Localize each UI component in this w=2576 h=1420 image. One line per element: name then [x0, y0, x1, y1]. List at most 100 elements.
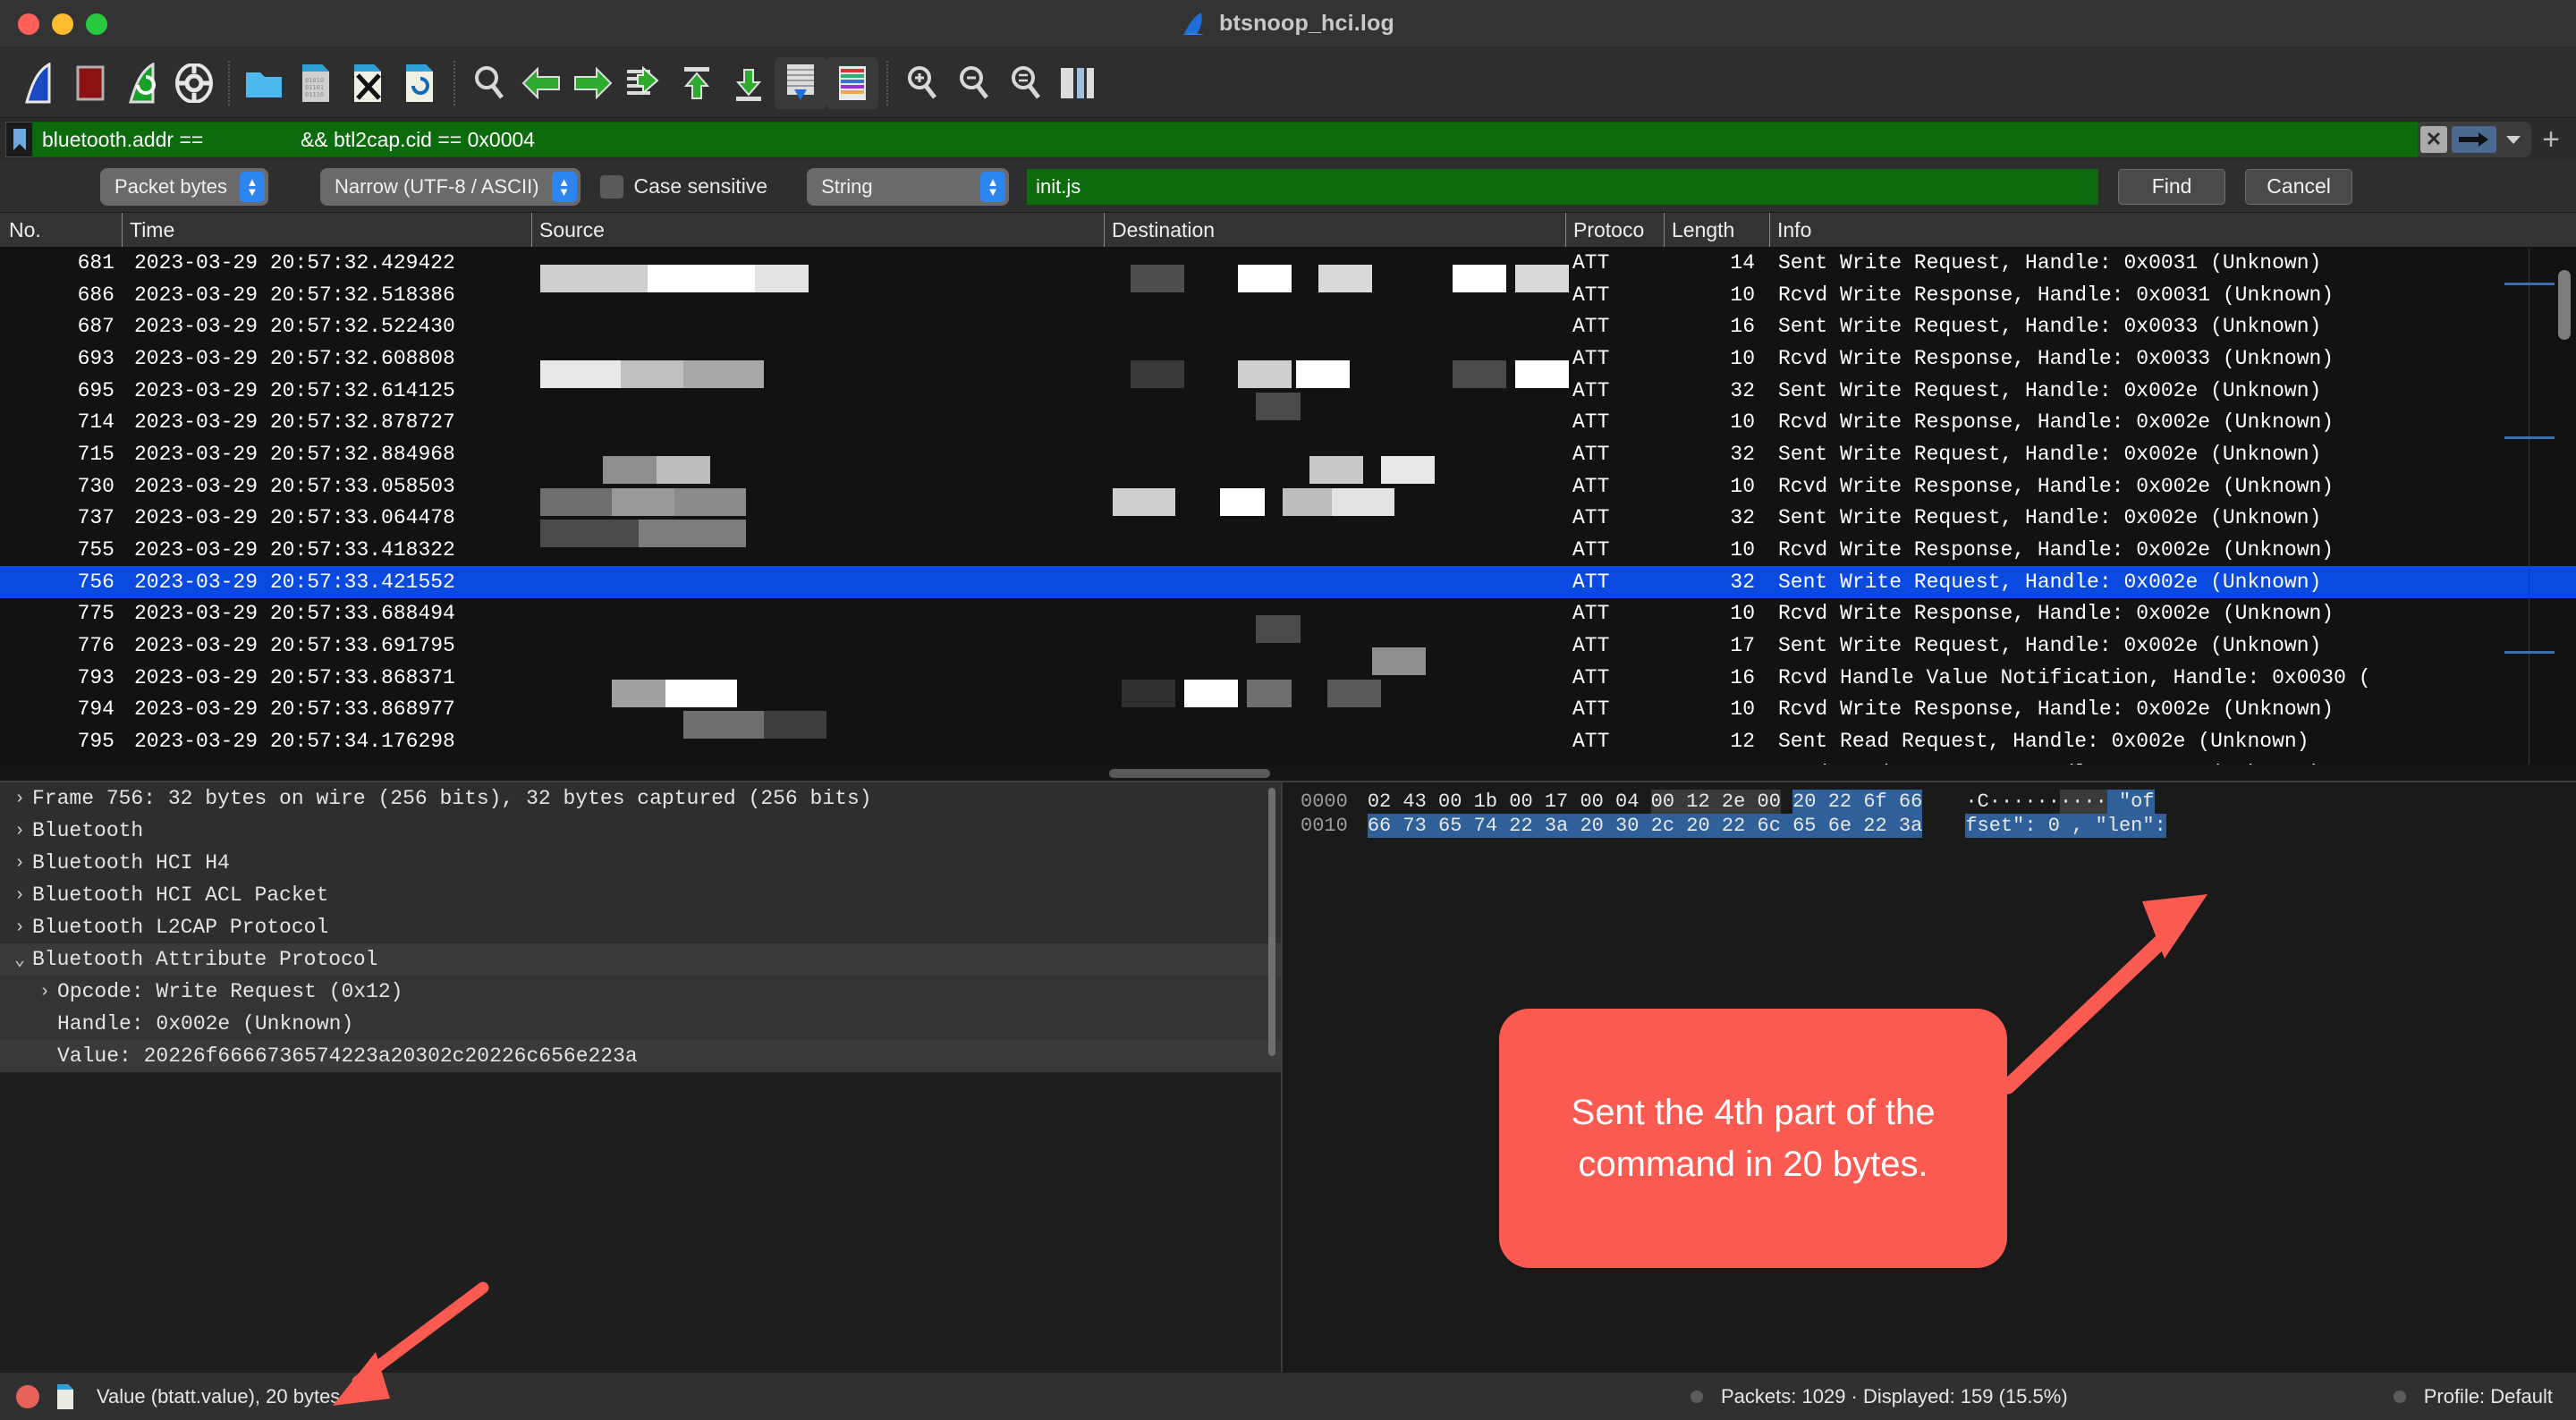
checkbox-box[interactable]	[599, 174, 623, 199]
column-header-protocol[interactable]: Protoco	[1565, 213, 1664, 247]
zoom-in-icon[interactable]	[896, 57, 948, 109]
find-button[interactable]: Find	[2118, 168, 2226, 205]
packet-list-scrollbar[interactable]	[2556, 249, 2572, 754]
go-to-packet-icon[interactable]	[619, 57, 671, 109]
capture-file-properties-icon[interactable]	[55, 1383, 75, 1410]
auto-scroll-icon[interactable]	[775, 56, 826, 109]
column-header-destination[interactable]: Destination	[1104, 213, 1565, 247]
packet-details-tree[interactable]: › Frame 756: 32 bytes on wire (256 bits),…	[0, 782, 1281, 1072]
packet-list-row[interactable]: 730 2023-03-29 20:57:33.058503 ATT 10 Rcvd W…	[0, 470, 2576, 516]
ascii-group[interactable]: ····	[2059, 790, 2107, 814]
hex-dump-row[interactable]: 0010 66 73 65 74 22 3a 20 30 2c 20 22 6c …	[1283, 814, 2576, 838]
packet-list-row[interactable]: 795 2023-03-29 20:57:34.176298 ATT 12 Sent R…	[0, 725, 2576, 757]
chevron-right-icon[interactable]: ›	[7, 917, 32, 938]
chevron-right-icon[interactable]: ›	[32, 982, 57, 1002]
packet-detail-row[interactable]: Value: 20226f6666736574223a20302c20226c6…	[0, 1040, 1281, 1072]
hex-byte-group[interactable]: 2c 20 22 6c 65 6e 22 3a	[1650, 814, 1923, 838]
packet-list-row[interactable]: 693 2023-03-29 20:57:32.608808 ATT 10 Rcvd W…	[0, 342, 2576, 388]
reload-file-icon[interactable]	[394, 57, 445, 109]
chevron-right-icon[interactable]: ›	[7, 821, 32, 841]
zoom-reset-icon[interactable]	[1000, 57, 1052, 109]
add-filter-button-icon[interactable]: +	[2531, 120, 2571, 159]
ascii-block[interactable]: ·C·········· "of	[1965, 790, 2155, 814]
resize-columns-icon[interactable]	[1052, 57, 1104, 109]
hex-dump-row[interactable]: 0000 02 43 00 1b 00 17 00 04 00 12 2e 00 …	[1283, 790, 2576, 814]
display-filter-input[interactable]: bluetooth.addr == && btl2cap.cid == 0x00…	[32, 122, 2419, 157]
packet-list-row[interactable]: 775 2023-03-29 20:57:33.688494 ATT 10 Rcvd W…	[0, 598, 2576, 644]
colorize-packets-icon[interactable]	[826, 56, 878, 109]
packet-list-row[interactable]: 755 2023-03-29 20:57:33.418322 ATT 10 Rcvd W…	[0, 534, 2576, 566]
zoom-out-icon[interactable]	[948, 57, 1000, 109]
hex-byte-group[interactable]: 20 22 6f 66	[1792, 790, 1923, 814]
minimize-window-button[interactable]	[52, 13, 73, 35]
capture-options-icon[interactable]	[168, 57, 220, 109]
go-to-last-packet-icon[interactable]	[723, 57, 775, 109]
find-type-select[interactable]: String ▲ ▼	[807, 167, 1010, 206]
ascii-group[interactable]: "of	[2106, 790, 2155, 814]
packet-detail-row[interactable]: › Bluetooth HCI ACL Packet	[0, 879, 1281, 911]
hex-byte-group[interactable]: 02 43 00 1b 00 17 00 04	[1368, 790, 1640, 814]
clear-filter-icon[interactable]: ✕	[2420, 126, 2447, 153]
packet-list-row[interactable]: 687 2023-03-29 20:57:32.522430 ATT 16 Sent W…	[0, 310, 2576, 342]
packet-list-row[interactable]: 756 2023-03-29 20:57:33.421552 ATT 32 Sent W…	[0, 565, 2576, 598]
hex-dump[interactable]: 0000 02 43 00 1b 00 17 00 04 00 12 2e 00 …	[1283, 790, 2576, 838]
packet-list-row[interactable]: 793 2023-03-29 20:57:33.868371 ATT 16 Rcvd H…	[0, 662, 2576, 707]
cancel-find-button[interactable]: Cancel	[2245, 168, 2353, 205]
chevron-right-icon[interactable]: ›	[7, 789, 32, 809]
packet-list-pane[interactable]: No. Time Source Destination Protoco Leng…	[0, 213, 2576, 781]
column-header-info[interactable]: Info	[1769, 213, 2576, 247]
chevron-right-icon[interactable]: ›	[7, 885, 32, 906]
close-file-icon[interactable]	[342, 57, 394, 109]
find-packet-bar[interactable]: Packet bytes ▲ ▼ Narrow (UTF-8 / ASCII) ▲…	[0, 161, 2576, 213]
save-file-icon[interactable]: 01010 01101 01110	[290, 57, 342, 109]
bookmark-icon[interactable]	[5, 122, 32, 157]
packet-detail-row[interactable]: › Bluetooth HCI H4	[0, 847, 1281, 879]
packet-list-header[interactable]: No. Time Source Destination Protoco Leng…	[0, 213, 2576, 247]
column-header-source[interactable]: Source	[531, 213, 1104, 247]
packet-detail-row[interactable]: ⌄ Bluetooth Attribute Protocol	[0, 943, 1281, 976]
packet-details-scroll-thumb[interactable]	[1268, 788, 1275, 1056]
packet-detail-row[interactable]: › Bluetooth	[0, 815, 1281, 847]
ascii-group[interactable]: , "len":	[2072, 814, 2166, 838]
packet-detail-row[interactable]: Handle: 0x002e (Unknown)	[0, 1008, 1281, 1040]
packet-detail-row[interactable]: › Opcode: Write Request (0x12)	[0, 976, 1281, 1008]
packet-details-scrollbar[interactable]	[1268, 788, 1277, 1366]
close-window-button[interactable]	[18, 13, 39, 35]
column-header-length[interactable]: Length	[1664, 213, 1769, 247]
main-toolbar[interactable]: 01010 01101 01110	[0, 48, 2576, 118]
ascii-group[interactable]: fset": 0	[1965, 814, 2072, 838]
packet-detail-row[interactable]: › Bluetooth L2CAP Protocol	[0, 911, 1281, 943]
go-to-first-packet-icon[interactable]	[671, 57, 723, 109]
chevron-down-icon[interactable]: ⌄	[7, 948, 32, 971]
packet-list-rows[interactable]: 681 2023-03-29 20:57:32.429422 ATT 14 Sent W…	[0, 247, 2576, 781]
display-filter-actions[interactable]: ✕	[2415, 122, 2531, 157]
window-controls[interactable]	[18, 13, 107, 35]
restart-capture-icon[interactable]	[116, 57, 168, 109]
open-file-icon[interactable]	[238, 57, 290, 109]
apply-filter-icon[interactable]	[2452, 126, 2496, 153]
chevron-down-icon[interactable]	[2501, 126, 2526, 153]
packet-detail-row[interactable]: › Frame 756: 32 bytes on wire (256 bits),…	[0, 782, 1281, 815]
hex-byte-group[interactable]: 66 73 65 74 22 3a 20 30	[1367, 814, 1640, 838]
find-charset-select[interactable]: Narrow (UTF-8 / ASCII) ▲ ▼	[319, 167, 580, 206]
ascii-block[interactable]: fset": 0 , "len":	[1965, 814, 2166, 838]
zoom-window-button[interactable]	[86, 13, 107, 35]
ascii-group[interactable]: ·C······	[1965, 790, 2060, 814]
start-capture-icon[interactable]	[13, 57, 64, 109]
column-header-no[interactable]: No.	[0, 213, 122, 247]
go-forward-icon[interactable]	[567, 57, 619, 109]
status-profile[interactable]: Profile: Default	[2393, 1385, 2553, 1408]
packet-list-row[interactable]: 715 2023-03-29 20:57:32.884968 ATT 32 Sent W…	[0, 438, 2576, 484]
packet-list-row[interactable]: 681 2023-03-29 20:57:32.429422 ATT 14 Sent W…	[0, 247, 2576, 292]
go-back-icon[interactable]	[515, 57, 567, 109]
expert-info-icon[interactable]	[16, 1384, 39, 1408]
display-filter-bar[interactable]: bluetooth.addr == && btl2cap.cid == 0x00…	[0, 118, 2576, 161]
hex-byte-group[interactable]: 00 12 2e 00	[1650, 790, 1781, 814]
find-search-in-select[interactable]: Packet bytes ▲ ▼	[100, 167, 268, 206]
chevron-right-icon[interactable]: ›	[7, 853, 32, 874]
packet-list-hscrollbar[interactable]	[0, 765, 2576, 781]
case-sensitive-checkbox[interactable]: Case sensitive	[599, 174, 767, 199]
packet-details-pane[interactable]: › Frame 756: 32 bytes on wire (256 bits),…	[0, 782, 1283, 1372]
status-profile-text[interactable]: Profile: Default	[2424, 1385, 2553, 1408]
packet-list-scroll-thumb[interactable]	[2558, 270, 2571, 340]
